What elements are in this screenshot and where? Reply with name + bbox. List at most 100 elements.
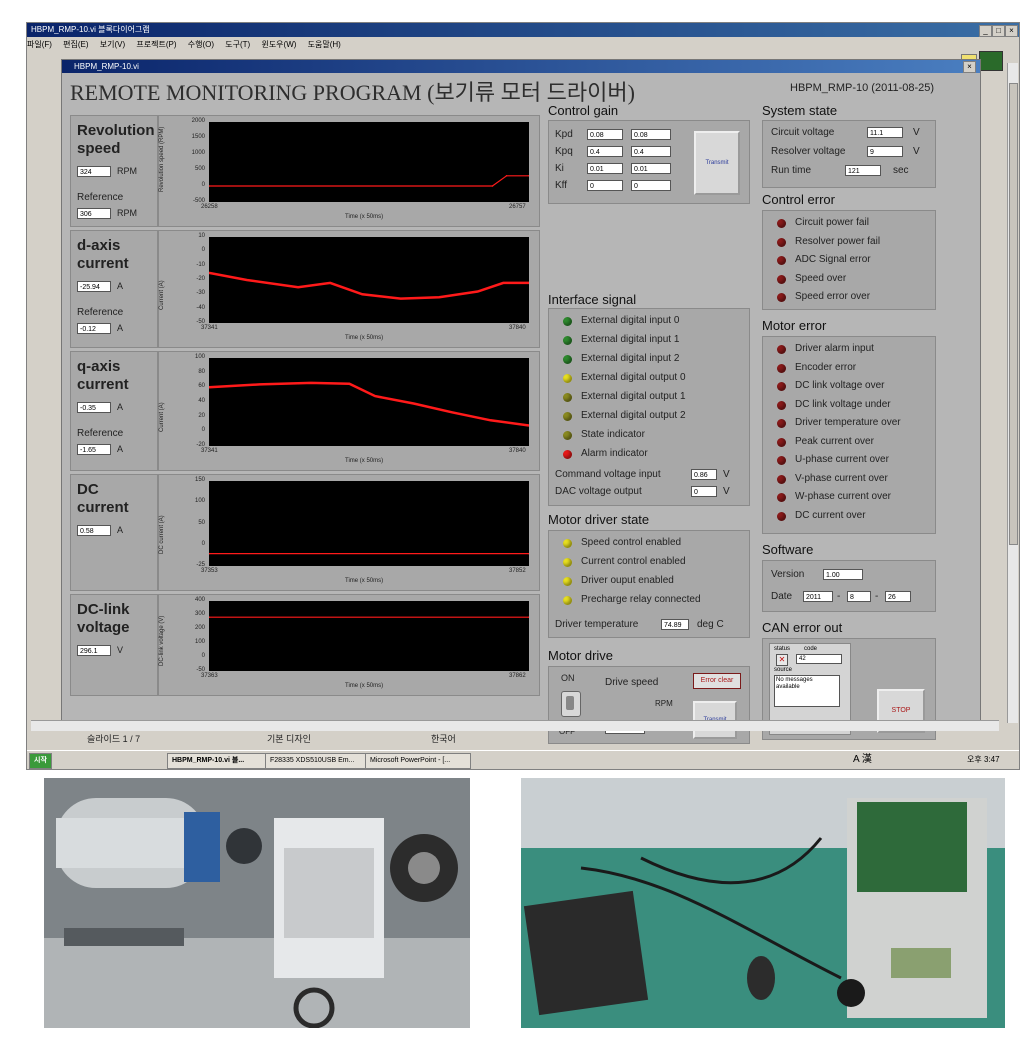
can-source-message[interactable]: No messages available (774, 675, 840, 707)
maximize-icon[interactable]: □ (992, 25, 1005, 37)
status-bar: 슬라이드 1 / 7 기본 디자인 한국어 (27, 732, 1019, 747)
system-state-value-field[interactable]: 121 (845, 165, 881, 176)
gain-value-field[interactable]: 0.01 (587, 163, 623, 174)
chart-x-tick-label: 37341 (201, 325, 218, 331)
indicator-led-icon (563, 374, 572, 383)
ime-indicator[interactable]: A 漢 (853, 751, 872, 769)
reference-value-field[interactable]: -1.65 (77, 444, 111, 455)
measurement-block: Revolution speed 324 RPM Reference 306 RPM (70, 115, 158, 227)
chart-y-tick-label: 20 (198, 412, 205, 419)
chart-data-point (246, 279, 248, 281)
gain-setpoint-field[interactable]: 0.4 (631, 146, 671, 157)
chart-y-tick-label: 0 (201, 182, 205, 188)
system-state-value-field[interactable]: 11.1 (867, 127, 903, 138)
indicator-led-icon (777, 237, 786, 247)
date-separator: - (875, 591, 879, 602)
photo-motor-test-bench (44, 778, 470, 1028)
menu-window[interactable]: 윈도우(W) (261, 40, 296, 49)
gain-setpoint-field[interactable]: 0.08 (631, 129, 671, 140)
software-version-field[interactable]: 1.00 (823, 569, 863, 580)
dac-voltage-field[interactable]: 0 (691, 486, 717, 497)
horizontal-scrollbar[interactable] (31, 720, 999, 731)
measurement-unit: V (117, 645, 124, 655)
reference-value-field[interactable]: -0.12 (77, 323, 111, 334)
indicator-led-icon (563, 412, 572, 421)
taskbar-item-labview[interactable]: HBPM_RMP-10.vi 블... (167, 753, 271, 769)
measurement-value-field[interactable]: 296.1 (77, 645, 111, 656)
chart-data-point (374, 395, 376, 397)
chart-plot-area (209, 601, 529, 671)
measurement-label-line1: DC (77, 481, 99, 498)
gain-setpoint-field[interactable]: 0.01 (631, 163, 671, 174)
reference-value-field[interactable]: 306 (77, 208, 111, 219)
drive-toggle-switch[interactable] (561, 691, 581, 717)
chart-y-tick-label: 200 (194, 625, 205, 631)
can-code-field[interactable]: 42 (796, 654, 842, 664)
measurement-value-field[interactable]: -25.94 (77, 281, 111, 292)
measurement-value-field[interactable]: 0.58 (77, 525, 111, 536)
indicator-led-icon (563, 450, 572, 459)
software-date-year[interactable]: 2011 (803, 591, 833, 602)
gain-value-field[interactable]: 0 (587, 180, 623, 191)
indicator-label: External digital input 2 (581, 353, 680, 364)
chart-y-tick-label: 0 (201, 653, 205, 659)
driver-temperature-field[interactable]: 74.89 (661, 619, 689, 630)
measurement-value-field[interactable]: -0.35 (77, 402, 111, 413)
software-date-day[interactable]: 26 (885, 591, 911, 602)
minimize-icon[interactable]: _ (979, 25, 992, 37)
chart-data-point (451, 411, 453, 414)
taskbar-item-powerpoint[interactable]: Microsoft PowerPoint - [... (365, 753, 471, 769)
window-title: HBPM_RMP-10.vi 블록다이어그램 (31, 25, 150, 34)
error-clear-button[interactable]: Error clear (693, 673, 741, 689)
indicator-label: ADC Signal error (795, 254, 871, 265)
indicator-label: Current control enabled (581, 556, 686, 567)
control-error-panel: Circuit power fail Resolver power fail ADC… (762, 210, 936, 310)
taskbar-item-debugger[interactable]: F28335 XDS510USB Em... (265, 753, 371, 769)
front-panel-title-bar: HBPM_RMP-10.vi (62, 60, 980, 73)
chart-y-tick-label: 10 (198, 233, 205, 239)
menu-view[interactable]: 보기(V) (100, 40, 125, 49)
chart-data-point (310, 382, 312, 384)
scroll-thumb[interactable] (1009, 83, 1018, 545)
measurement-label-line2: voltage (77, 619, 130, 636)
labview-icon (979, 51, 1003, 71)
chart-y-tick-label: 0 (201, 247, 205, 254)
indicator-label: Driver temperature over (795, 417, 901, 428)
indicator-label: External digital output 1 (581, 391, 686, 402)
indicator-led-icon (563, 431, 572, 440)
chart-data-point (329, 282, 332, 284)
chart-data-point (348, 382, 351, 385)
gain-value-field[interactable]: 0.08 (587, 129, 623, 140)
measurement-unit: A (117, 281, 124, 291)
chart-x-axis-label: Time (x 50ms) (345, 458, 384, 464)
close-icon[interactable]: × (1005, 25, 1018, 37)
menu-edit[interactable]: 편집(E) (63, 40, 88, 49)
system-state-value-field[interactable]: 9 (867, 146, 903, 157)
measurement-value-field[interactable]: 324 (77, 166, 111, 177)
reference-unit: A (117, 323, 124, 333)
chart-panel: Current (A) 10 0 -10 -20 -30 -40 -50 37341 37840 T… (158, 230, 540, 348)
menu-tools[interactable]: 도구(T) (225, 40, 250, 49)
indicator-led-icon (777, 493, 786, 502)
indicator-label: U-phase current over (795, 454, 889, 465)
menu-file[interactable]: 파일(F) (27, 40, 52, 49)
indicator-led-icon (563, 317, 572, 326)
command-voltage-label: Command voltage input (555, 469, 661, 480)
gain-setpoint-field[interactable]: 0 (631, 180, 671, 191)
chart-data-point (399, 297, 402, 300)
gain-value-field[interactable]: 0.4 (587, 146, 623, 157)
gain-transmit-button[interactable]: Transmit (694, 131, 740, 195)
menu-operate[interactable]: 수행(O) (188, 40, 214, 49)
indicator-label: Precharge relay connected (581, 594, 701, 605)
vertical-scrollbar[interactable] (1007, 63, 1018, 723)
start-button[interactable]: 시작 (29, 753, 52, 769)
menu-project[interactable]: 프로젝트(P) (136, 40, 176, 49)
measurement-block: DC current 0.58 A (70, 474, 158, 591)
indicator-led-icon (777, 382, 786, 391)
software-date-month[interactable]: 8 (847, 591, 871, 602)
front-panel-close-icon[interactable]: × (963, 61, 976, 73)
indicator-led-icon (563, 539, 572, 548)
command-voltage-field[interactable]: 0.86 (691, 469, 717, 480)
interface-signal-title: Interface signal (548, 292, 637, 307)
menu-help[interactable]: 도움말(H) (308, 40, 341, 49)
